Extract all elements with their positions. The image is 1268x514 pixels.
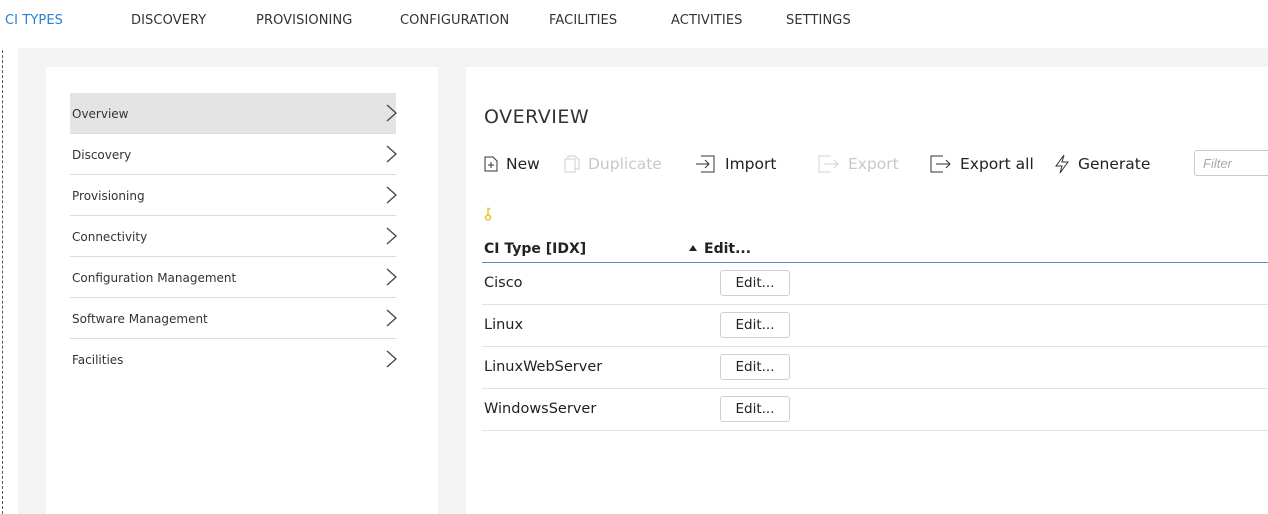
edit-button[interactable]: Edit... (720, 312, 790, 338)
tab-configuration[interactable]: CONFIGURATION (400, 13, 509, 28)
sidebar-item-provisioning[interactable]: Provisioning (70, 175, 397, 216)
sidebar-item-software-management[interactable]: Software Management (70, 298, 397, 339)
export-button[interactable]: Export (818, 152, 899, 176)
sidebar-item-discovery[interactable]: Discovery (70, 134, 397, 175)
new-button[interactable]: New (484, 152, 540, 176)
filter-input[interactable] (1194, 150, 1268, 176)
sidebar-item-connectivity[interactable]: Connectivity (70, 216, 397, 257)
new-icon (484, 156, 498, 172)
duplicate-label: Duplicate (588, 155, 662, 173)
new-label: New (506, 155, 540, 173)
column-header-ci-type[interactable]: CI Type [IDX] (484, 241, 586, 257)
tab-ci-types[interactable]: CI TYPES (5, 13, 63, 28)
edit-button[interactable]: Edit... (720, 396, 790, 422)
key-icon (484, 207, 492, 221)
tab-discovery[interactable]: DISCOVERY (131, 13, 206, 28)
tab-facilities[interactable]: FACILITIES (549, 13, 617, 28)
chevron-right-icon (386, 145, 397, 163)
duplicate-icon (564, 155, 580, 173)
import-label: Import (725, 155, 777, 173)
generate-button[interactable]: Generate (1054, 152, 1150, 176)
sidebar-item-label: Software Management (72, 312, 208, 326)
duplicate-button[interactable]: Duplicate (564, 152, 662, 176)
main-panel: OVERVIEW New Duplicate Import Export Exp… (466, 67, 1268, 514)
export-all-icon (930, 155, 951, 173)
sidebar-item-label: Connectivity (72, 230, 148, 244)
import-icon (696, 155, 715, 173)
tab-settings[interactable]: SETTINGS (786, 13, 851, 28)
ci-type-name: Linux (484, 317, 524, 333)
chevron-right-icon (386, 186, 397, 204)
table-row: LinuxWebServer Edit... (482, 347, 1268, 389)
sidebar-item-label: Overview (72, 107, 129, 121)
sidebar-item-label: Discovery (72, 148, 132, 162)
tab-provisioning[interactable]: PROVISIONING (256, 13, 352, 28)
table-row: WindowsServer Edit... (482, 389, 1268, 431)
sidebar-item-label: Provisioning (72, 189, 145, 203)
edit-button[interactable]: Edit... (720, 354, 790, 380)
sidebar-item-configuration-management[interactable]: Configuration Management (70, 257, 397, 298)
page-title: OVERVIEW (484, 106, 590, 128)
sidebar-item-facilities[interactable]: Facilities (70, 339, 397, 379)
ci-types-table: CI Type [IDX] Edit... Cisco Edit... Linu… (482, 230, 1268, 431)
export-all-button[interactable]: Export all (930, 152, 1034, 176)
table-row: Cisco Edit... (482, 263, 1268, 305)
generate-label: Generate (1078, 155, 1151, 173)
table-header: CI Type [IDX] Edit... (482, 230, 1268, 263)
tab-activities[interactable]: ACTIVITIES (671, 13, 742, 28)
sidebar-item-overview[interactable]: Overview (70, 93, 397, 134)
export-label: Export (848, 155, 899, 173)
sidebar-item-label: Configuration Management (72, 271, 237, 285)
chevron-right-icon (386, 227, 397, 245)
ci-type-name: WindowsServer (484, 401, 597, 417)
sort-ascending-icon[interactable] (689, 245, 697, 251)
chevron-right-icon (386, 104, 397, 122)
edit-button[interactable]: Edit... (720, 270, 790, 296)
sidebar: Overview Discovery Provisioning Connecti… (46, 67, 438, 514)
lightning-icon (1055, 154, 1069, 174)
chevron-right-icon (386, 309, 397, 327)
table-row: Linux Edit... (482, 305, 1268, 347)
chevron-right-icon (386, 350, 397, 368)
export-all-label: Export all (960, 155, 1034, 173)
left-border (2, 0, 3, 514)
sidebar-item-label: Facilities (72, 353, 124, 367)
ci-type-name: Cisco (484, 275, 523, 291)
ci-type-name: LinuxWebServer (484, 359, 603, 375)
top-navigation: CI TYPES DISCOVERY PROVISIONING CONFIGUR… (0, 0, 1268, 48)
toolbar: New Duplicate Import Export Export all G… (482, 150, 1268, 176)
import-button[interactable]: Import (695, 152, 776, 176)
chevron-right-icon (386, 268, 397, 286)
export-icon (818, 155, 839, 173)
column-header-edit[interactable]: Edit... (704, 241, 751, 257)
